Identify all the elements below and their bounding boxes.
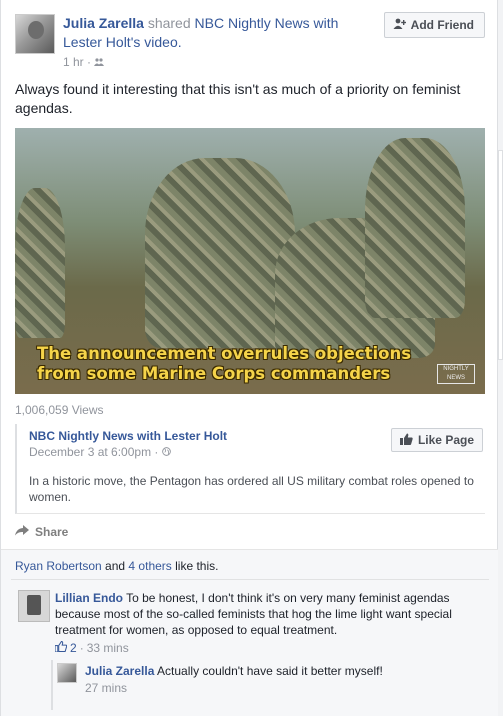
thumbs-up-icon bbox=[399, 433, 413, 448]
commenter-avatar[interactable] bbox=[18, 590, 50, 622]
likes-and: and bbox=[101, 559, 129, 573]
video-player[interactable]: The announcement overrules objections fr… bbox=[15, 128, 485, 394]
comments-section: Ryan Robertson and 4 others like this. L… bbox=[1, 550, 499, 716]
post-headline: Julia Zarella shared NBC Nightly News wi… bbox=[63, 14, 363, 52]
author-name-link[interactable]: Julia Zarella bbox=[63, 15, 144, 31]
share-button[interactable]: Share bbox=[15, 525, 68, 539]
post-meta: 1 hr · bbox=[63, 55, 105, 69]
caption-line-2: from some Marine Corps commanders bbox=[37, 364, 391, 383]
news-feed-post: Julia Zarella shared NBC Nightly News wi… bbox=[0, 0, 499, 716]
shared-page-description: In a historic move, the Pentagon has ord… bbox=[29, 474, 474, 504]
comment-meta: 2 · 33 mins bbox=[54, 640, 129, 655]
public-globe-icon[interactable] bbox=[161, 445, 171, 459]
add-friend-icon bbox=[393, 18, 406, 32]
video-caption: The announcement overrules objections fr… bbox=[37, 344, 467, 384]
comment-like-icon[interactable] bbox=[54, 640, 68, 655]
shared-page-name[interactable]: NBC Nightly News with Lester Holt bbox=[29, 429, 227, 443]
author-avatar[interactable] bbox=[15, 14, 55, 54]
share-label: Share bbox=[35, 525, 69, 539]
page-edge-panel bbox=[498, 150, 503, 360]
reply-author-link[interactable]: Julia Zarella bbox=[85, 664, 154, 678]
video-link-suffix[interactable]: 's video. bbox=[131, 34, 182, 50]
comment: Lillian Endo To be honest, I don't think… bbox=[55, 590, 455, 638]
soldier-figure bbox=[145, 158, 295, 348]
caption-line-1: The announcement overrules objections bbox=[37, 344, 412, 363]
reply-content: Julia Zarella Actually couldn't have sai… bbox=[85, 663, 485, 679]
friends-icon[interactable] bbox=[94, 55, 105, 69]
soldier-figure bbox=[365, 138, 465, 318]
share-arrow-icon bbox=[15, 525, 29, 539]
like-page-button[interactable]: Like Page bbox=[390, 428, 483, 452]
reply-author-avatar[interactable] bbox=[57, 663, 77, 683]
comment-time[interactable]: 33 mins bbox=[87, 641, 129, 655]
like-page-label: Like Page bbox=[417, 433, 474, 447]
likes-summary: Ryan Robertson and 4 others like this. bbox=[15, 559, 218, 573]
shared-page-date[interactable]: December 3 at 6:00pm bbox=[29, 445, 151, 459]
post-header: Julia Zarella shared NBC Nightly News wi… bbox=[15, 12, 485, 70]
soldier-figure bbox=[15, 188, 65, 338]
shared-page-attachment: NBC Nightly News with Lester Holt Decemb… bbox=[15, 424, 485, 514]
post-text: Always found it interesting that this is… bbox=[15, 81, 461, 116]
post-time[interactable]: 1 hr bbox=[63, 55, 84, 69]
shared-text: shared bbox=[143, 15, 195, 31]
others-link[interactable]: 4 others bbox=[128, 559, 171, 573]
add-friend-button[interactable]: Add Friend bbox=[383, 12, 485, 38]
comment-reply: Julia Zarella Actually couldn't have sai… bbox=[51, 660, 489, 710]
add-friend-label: Add Friend bbox=[410, 18, 474, 32]
shared-page-date-row: December 3 at 6:00pm · bbox=[29, 445, 171, 459]
reply-time[interactable]: 27 mins bbox=[85, 681, 127, 695]
reply-text: Actually couldn't have said it better my… bbox=[154, 664, 383, 678]
network-logo: NIGHTLY NEWS bbox=[437, 364, 475, 384]
date-separator: · bbox=[154, 445, 162, 459]
view-count: 1,006,059 Views bbox=[15, 403, 104, 417]
comment-like-count[interactable]: 2 bbox=[70, 641, 77, 655]
commenter-name-link[interactable]: Lillian Endo bbox=[55, 591, 123, 605]
likes-suffix: like this. bbox=[171, 559, 219, 573]
liker-name-link[interactable]: Ryan Robertson bbox=[15, 559, 102, 573]
divider bbox=[11, 579, 489, 580]
meta-separator: · bbox=[79, 641, 84, 655]
